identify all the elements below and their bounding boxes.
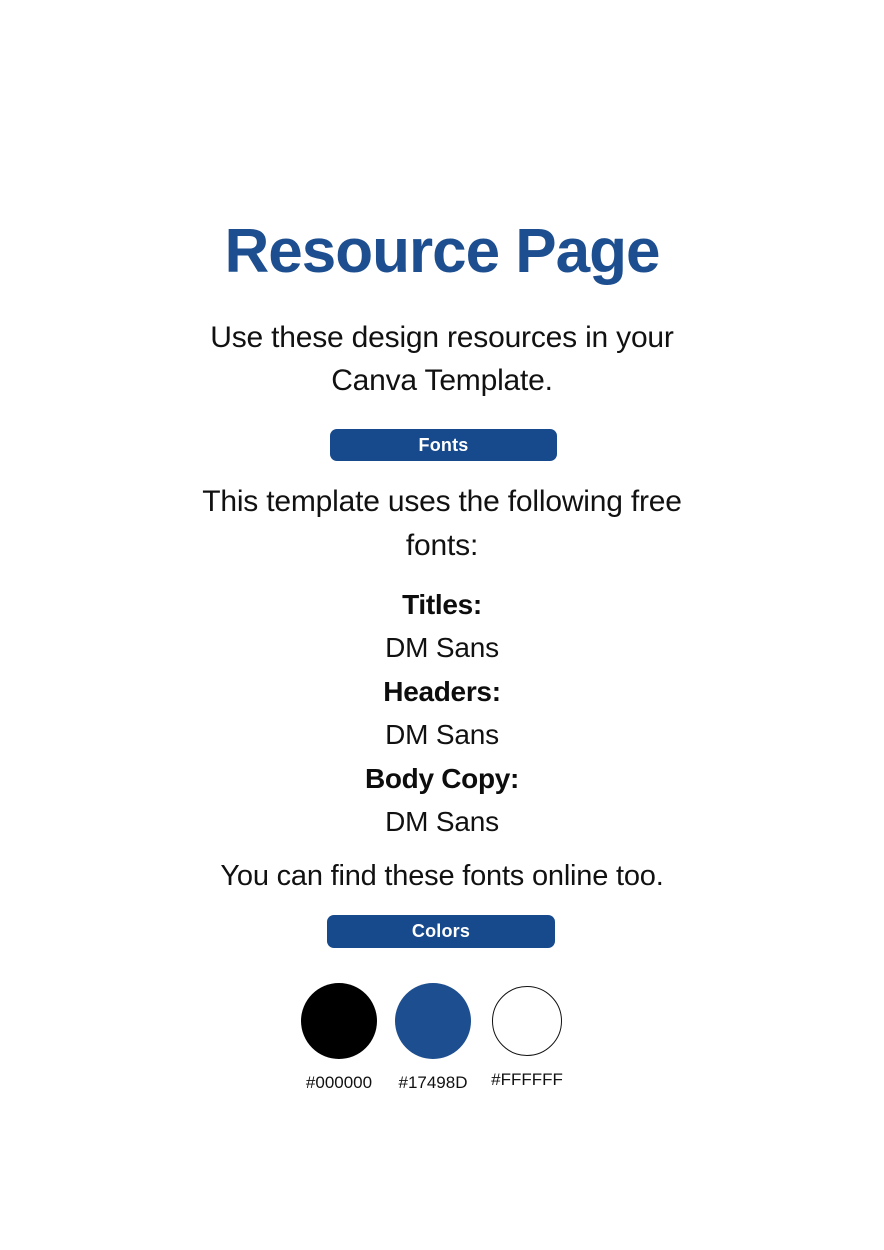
font-list: Titles: DM Sans Headers: DM Sans Body Co… [192,583,692,844]
color-swatch-dot [492,986,562,1056]
resource-page: Resource Page Use these design resources… [0,0,884,1250]
section-badge-fonts: Fonts [330,429,557,461]
font-role-label: Headers: [383,676,501,707]
color-swatch-list: #000000 #17498D #FFFFFF [292,983,592,1093]
font-family-value: DM Sans [385,806,499,837]
font-family-value: DM Sans [385,719,499,750]
font-family-value: DM Sans [385,632,499,663]
color-swatch: #000000 [292,983,386,1093]
section-badge-colors: Colors [327,915,555,948]
color-swatch-dot [395,983,471,1059]
page-subtitle: Use these design resources in your Canva… [210,321,674,397]
section-badge-colors-label: Colors [411,921,471,941]
fonts-intro-text: This template uses the following free fo… [202,485,682,562]
font-row: Headers: DM Sans [192,670,692,757]
color-swatch: #FFFFFF [480,983,574,1090]
font-role-label: Body Copy: [364,763,520,794]
color-swatch-dot [301,983,377,1059]
section-badge-fonts-label: Fonts [418,434,469,455]
color-swatch-hex-label: #000000 [305,1073,373,1092]
font-row: Body Copy: DM Sans [192,757,692,844]
color-swatch-hex-label: #17498D [398,1073,468,1092]
color-swatch-hex-label: #FFFFFF [491,1070,563,1089]
page-title: Resource Page [224,217,661,286]
color-swatch: #17498D [386,983,480,1093]
font-role-label: Titles: [402,589,482,620]
fonts-outro-text: You can find these fonts online too. [220,860,664,892]
font-row: Titles: DM Sans [192,583,692,670]
